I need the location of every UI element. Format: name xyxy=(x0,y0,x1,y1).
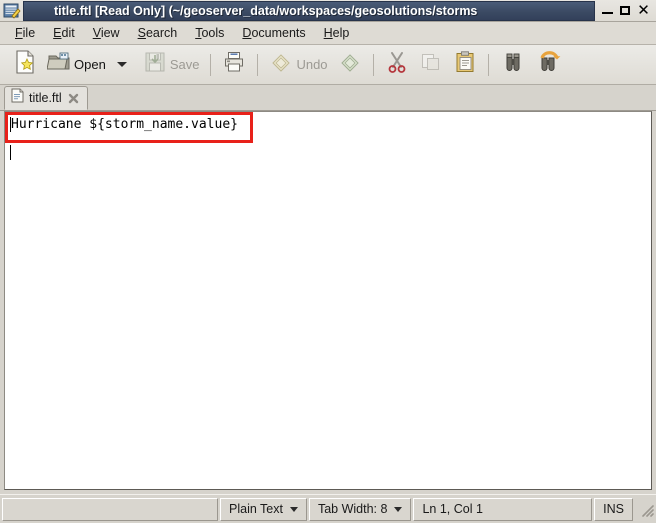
save-icon xyxy=(143,50,167,79)
status-tab-width-label: Tab Width: 8 xyxy=(317,502,388,516)
redo-button xyxy=(333,48,367,82)
find-button[interactable] xyxy=(495,48,531,82)
new-document-button[interactable] xyxy=(8,48,42,82)
status-language-label: Plain Text xyxy=(229,502,283,516)
menu-edit[interactable]: Edit xyxy=(44,24,84,42)
menu-help[interactable]: Help xyxy=(315,24,359,42)
status-message-panel xyxy=(2,497,218,521)
menu-search[interactable]: Search xyxy=(129,24,187,42)
toolbar-separator-4 xyxy=(487,53,489,76)
menu-tools[interactable]: Tools xyxy=(186,24,233,42)
copy-button xyxy=(414,48,448,82)
tab-title-ftl[interactable]: title.ftl xyxy=(4,86,88,110)
print-button[interactable] xyxy=(217,48,251,82)
title-text-strip: title.ftl [Read Only] (~/geoserver_data/… xyxy=(23,0,595,21)
copy-icon xyxy=(419,50,443,79)
binoculars-replace-icon xyxy=(536,50,562,79)
window-title: title.ftl [Read Only] (~/geoserver_data/… xyxy=(54,3,478,18)
maximize-icon[interactable] xyxy=(619,4,632,17)
save-label: Save xyxy=(169,57,200,72)
status-tab-width-selector[interactable]: Tab Width: 8 xyxy=(308,497,412,521)
printer-icon xyxy=(222,50,246,79)
toolbar-separator-3 xyxy=(372,53,374,76)
new-document-icon xyxy=(13,49,37,80)
paste-button[interactable] xyxy=(448,48,482,82)
menu-bar: File Edit View Search Tools Documents He… xyxy=(0,22,656,45)
undo-button: Undo xyxy=(264,48,332,82)
redo-icon xyxy=(338,50,362,79)
menu-documents[interactable]: Documents xyxy=(233,24,314,42)
open-label: Open xyxy=(74,57,106,72)
status-cursor-position: Ln 1, Col 1 xyxy=(413,497,593,521)
text-editor-area[interactable]: Hurricane ${storm_name.value} xyxy=(4,111,652,490)
tab-close-icon[interactable] xyxy=(67,92,80,105)
binoculars-find-icon xyxy=(500,50,526,79)
toolbar: Open Save Undo xyxy=(0,45,656,85)
toolbar-separator-2 xyxy=(257,53,259,76)
editor-line-1: Hurricane ${storm_name.value} xyxy=(11,117,238,132)
toolbar-separator-1 xyxy=(210,53,212,76)
language-dropdown-caret-icon[interactable] xyxy=(289,506,298,512)
undo-icon xyxy=(269,50,293,79)
cut-button[interactable] xyxy=(380,48,414,82)
menu-view[interactable]: View xyxy=(84,24,129,42)
gedit-icon xyxy=(3,2,21,20)
clipboard-paste-icon xyxy=(453,50,477,79)
scissors-icon xyxy=(385,50,409,79)
close-icon[interactable]: ✕ xyxy=(637,3,650,18)
minimize-icon[interactable] xyxy=(601,4,614,17)
tab-label: title.ftl xyxy=(29,91,62,105)
resize-grip-icon[interactable] xyxy=(638,501,654,517)
replace-button[interactable] xyxy=(531,48,567,82)
tabwidth-dropdown-caret-icon[interactable] xyxy=(394,506,403,512)
menu-file[interactable]: File xyxy=(6,24,44,42)
open-button[interactable]: Open xyxy=(42,48,138,82)
status-bar: Plain Text Tab Width: 8 Ln 1, Col 1 INS xyxy=(0,494,656,523)
gedit-window: title.ftl [Read Only] (~/geoserver_data/… xyxy=(0,0,656,523)
document-icon xyxy=(11,88,24,108)
status-insert-mode: INS xyxy=(594,497,633,521)
text-cursor-secondary xyxy=(10,145,11,160)
open-dropdown-caret-icon[interactable] xyxy=(116,62,127,67)
save-button: Save xyxy=(138,48,205,82)
undo-label: Undo xyxy=(296,57,328,72)
tab-strip: title.ftl xyxy=(0,85,656,111)
window-controls: ✕ xyxy=(597,1,656,21)
title-bar: title.ftl [Read Only] (~/geoserver_data/… xyxy=(0,0,656,22)
status-language-selector[interactable]: Plain Text xyxy=(220,497,307,521)
open-folder-icon xyxy=(46,51,71,78)
